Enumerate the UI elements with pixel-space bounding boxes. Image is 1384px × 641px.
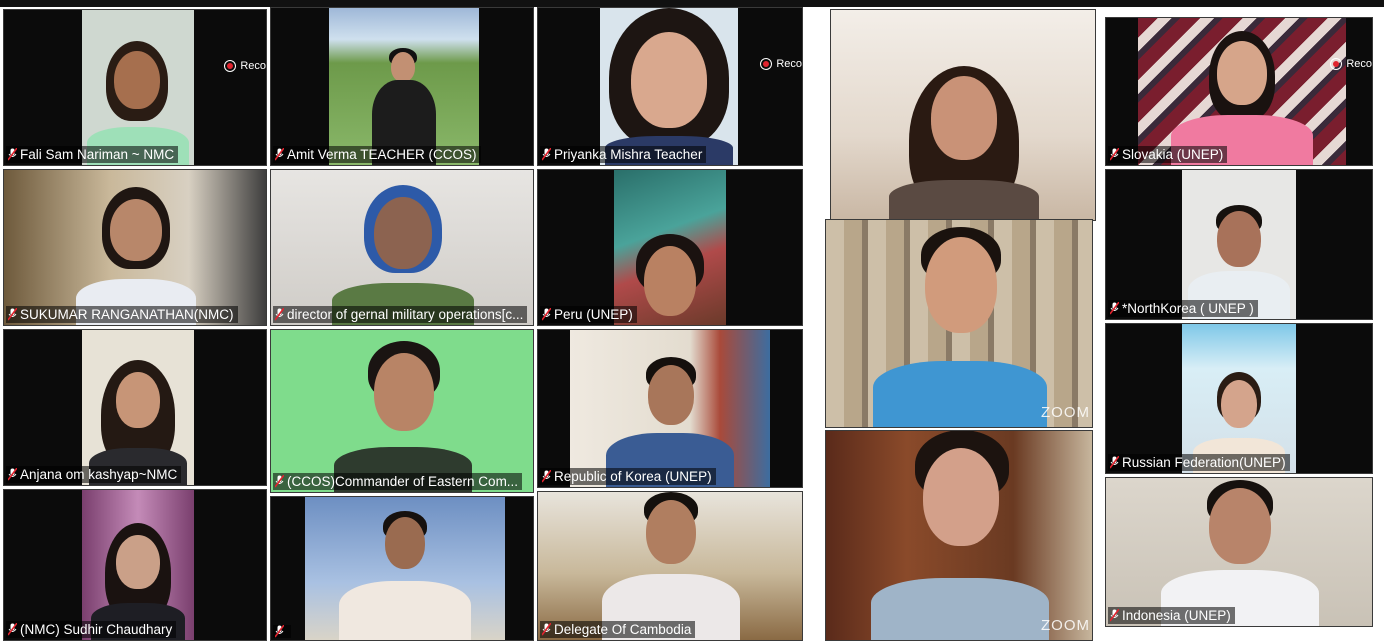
muted-microphone-icon — [275, 475, 284, 488]
participant-name: Indonesia (UNEP) — [1108, 607, 1235, 624]
participant-name-text: Amit Verma TEACHER (CCOS) — [287, 147, 477, 162]
record-icon — [760, 58, 773, 70]
video-feed — [271, 330, 533, 492]
video-tile[interactable]: Reco Priyanka Mishra Teacher — [537, 7, 803, 166]
video-tile[interactable]: Republic of Korea (UNEP) — [537, 329, 803, 488]
participant-name: Fali Sam Nariman ~ NMC — [6, 146, 179, 163]
participant-name: Priyanka Mishra Teacher — [540, 146, 707, 163]
muted-microphone-icon — [1110, 609, 1119, 622]
participant-name: SUKUMAR RANGANATHAN(NMC) — [6, 306, 238, 323]
participant-name-text: (CCOS)Commander of Eastern Com... — [287, 474, 519, 489]
recording-label: Reco — [1346, 58, 1372, 70]
participant-name: *NorthKorea ( UNEP ) — [1108, 300, 1258, 317]
video-tile[interactable] — [270, 496, 534, 641]
recording-label: Reco — [776, 58, 802, 70]
top-edge-bar — [0, 0, 1384, 7]
video-tile[interactable]: Amit Verma TEACHER (CCOS) — [270, 7, 534, 166]
recording-label: Reco — [240, 60, 266, 72]
video-tile[interactable]: SUKUMAR RANGANATHAN(NMC) — [3, 169, 267, 326]
video-feed — [1182, 170, 1296, 319]
video-tile[interactable]: Russian Federation(UNEP) — [1105, 323, 1373, 474]
video-tile[interactable]: Reco Fali Sam Nariman ~ NMC — [3, 9, 267, 166]
muted-microphone-icon — [8, 148, 17, 161]
video-tile[interactable]: (NMC) Sudhir Chaudhary — [3, 489, 267, 641]
participant-name: Russian Federation(UNEP) — [1108, 454, 1290, 471]
video-tile[interactable]: (CCOS)Commander of Eastern Com... — [270, 329, 534, 493]
video-tile[interactable]: Delegate Of Cambodia — [537, 491, 803, 641]
video-feed — [329, 8, 479, 165]
participant-name: Anjana om kashyap~NMC — [6, 466, 182, 483]
zoom-watermark: ZOOM — [1041, 617, 1090, 634]
video-tile[interactable]: Anjana om kashyap~NMC — [3, 329, 267, 486]
muted-microphone-icon — [275, 148, 284, 161]
video-feed — [1182, 324, 1296, 473]
video-feed — [831, 10, 1095, 220]
video-feed — [82, 330, 194, 485]
video-feed — [538, 492, 802, 640]
muted-microphone-icon — [275, 308, 284, 321]
video-feed — [600, 8, 738, 165]
participant-name-text: (NMC) Sudhir Chaudhary — [20, 622, 173, 637]
record-icon — [224, 60, 237, 72]
participant-name-text: *NorthKorea ( UNEP ) — [1122, 301, 1254, 316]
video-feed — [82, 10, 194, 165]
muted-microphone-icon — [275, 625, 284, 638]
participant-name-text: Republic of Korea (UNEP) — [554, 469, 712, 484]
muted-microphone-icon — [1110, 302, 1119, 315]
video-tile[interactable] — [830, 9, 1096, 221]
video-feed — [82, 490, 194, 640]
muted-microphone-icon — [8, 623, 17, 636]
zoom-watermark: ZOOM — [1041, 404, 1090, 421]
muted-microphone-icon — [542, 623, 551, 636]
participant-name-text: Slovakia (UNEP) — [1122, 147, 1224, 162]
muted-microphone-icon — [1110, 148, 1119, 161]
video-feed — [1106, 478, 1372, 626]
participant-name: director of gernal military operations[c… — [273, 306, 528, 323]
participant-name-text: SUKUMAR RANGANATHAN(NMC) — [20, 307, 234, 322]
participant-name-text: Russian Federation(UNEP) — [1122, 455, 1286, 470]
video-feed — [826, 220, 1092, 427]
video-tile[interactable]: ZOOM — [825, 430, 1093, 641]
muted-microphone-icon — [542, 148, 551, 161]
video-feed — [826, 431, 1092, 640]
participant-name: Republic of Korea (UNEP) — [540, 468, 716, 485]
participant-name-text: Anjana om kashyap~NMC — [20, 467, 178, 482]
participant-name: Amit Verma TEACHER (CCOS) — [273, 146, 481, 163]
muted-microphone-icon — [1110, 456, 1119, 469]
participant-name: (NMC) Sudhir Chaudhary — [6, 621, 177, 638]
participant-name-text: Peru (UNEP) — [554, 307, 633, 322]
video-tile[interactable]: Peru (UNEP) — [537, 169, 803, 326]
muted-microphone-icon — [8, 308, 17, 321]
participant-name: (CCOS)Commander of Eastern Com... — [273, 473, 523, 490]
participant-name-text: director of gernal military operations[c… — [287, 307, 524, 322]
participant-name — [273, 625, 291, 638]
participant-name-text: Delegate Of Cambodia — [554, 622, 692, 637]
recording-indicator: Reco — [760, 58, 802, 70]
muted-microphone-icon — [8, 468, 17, 481]
participant-name: Peru (UNEP) — [540, 306, 637, 323]
recording-indicator: Reco — [1330, 58, 1372, 70]
video-tile[interactable]: ZOOM — [825, 219, 1093, 428]
video-tile[interactable]: Reco Slovakia (UNEP) — [1105, 17, 1373, 166]
recording-indicator: Reco — [224, 60, 266, 72]
muted-microphone-icon — [542, 470, 551, 483]
video-feed — [1138, 18, 1346, 165]
participant-name-text: Priyanka Mishra Teacher — [554, 147, 703, 162]
participant-name: Delegate Of Cambodia — [540, 621, 696, 638]
video-feed — [570, 330, 770, 487]
participant-name-text: Fali Sam Nariman ~ NMC — [20, 147, 175, 162]
video-tile[interactable]: director of gernal military operations[c… — [270, 169, 534, 326]
video-feed — [614, 170, 726, 325]
participant-name: Slovakia (UNEP) — [1108, 146, 1228, 163]
muted-microphone-icon — [542, 308, 551, 321]
record-icon — [1330, 58, 1343, 70]
video-feed — [305, 497, 505, 640]
participant-name-text: Indonesia (UNEP) — [1122, 608, 1231, 623]
video-tile[interactable]: Indonesia (UNEP) — [1105, 477, 1373, 627]
video-tile[interactable]: *NorthKorea ( UNEP ) — [1105, 169, 1373, 320]
video-feed — [4, 170, 266, 325]
video-feed — [271, 170, 533, 325]
